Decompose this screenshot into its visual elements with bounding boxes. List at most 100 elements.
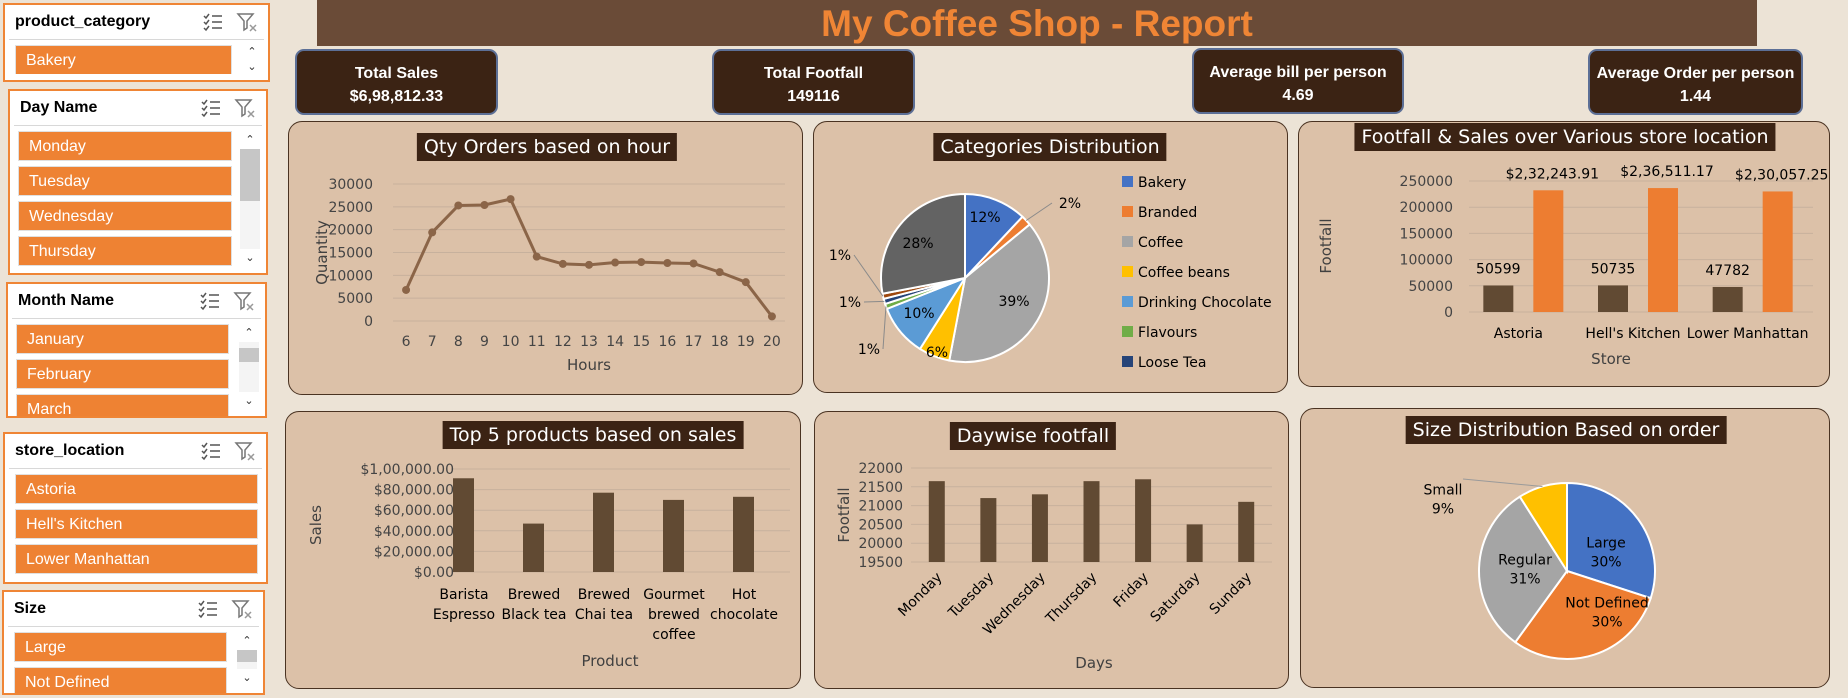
leader-line [882, 306, 887, 350]
data-label: 50735 [1591, 261, 1636, 277]
x-tick-label: 10 [502, 334, 520, 350]
slicer-title: Size [14, 600, 47, 617]
scroll-down-icon[interactable]: ⌄ [240, 249, 260, 267]
x-tick-label: chocolate [710, 607, 778, 623]
bar [1238, 501, 1255, 562]
y-tick-label: $0.00 [414, 565, 454, 581]
data-point [715, 268, 724, 277]
x-tick-label: 6 [402, 334, 411, 350]
slicer-scrollbar[interactable]: ⌃ ⌄ [239, 324, 259, 410]
data-label: 1% [829, 248, 851, 264]
slicer-item-february[interactable]: February [16, 359, 229, 389]
slicer-scrollbar[interactable]: ⌃ ⌄ [240, 131, 260, 267]
multi-select-icon[interactable] [200, 440, 222, 462]
scroll-up-icon[interactable]: ⌃ [237, 632, 257, 650]
x-tick-label: Lower Manhattan [1687, 326, 1809, 342]
scroll-thumb[interactable] [240, 149, 260, 201]
chart-panel-qty-orders: 0 5000 10000 15000 20000 25000 30000 6 7 8 9 10 11 12… [288, 121, 803, 395]
kpi-average-order: Average Order per person 1.44 [1588, 49, 1803, 115]
y-axis-title: Quantity [313, 220, 331, 285]
data-label: 1% [839, 295, 861, 311]
scroll-down-icon[interactable]: ⌄ [239, 392, 259, 410]
slicer-items: Large Not Defined [14, 632, 227, 693]
y-axis-title: Footfall [835, 487, 853, 542]
slicer-item-march[interactable]: March [16, 394, 229, 416]
y-tick-label: 20000 [858, 536, 903, 552]
legend-label: Coffee [1138, 235, 1183, 251]
slicer-item-hells-kitchen[interactable]: Hell's Kitchen [15, 509, 258, 539]
data-point [611, 258, 620, 267]
bar [1135, 479, 1152, 562]
data-label: $2,30,057.25 [1735, 167, 1829, 183]
chart-title: Categories Distribution [933, 133, 1167, 161]
leader-line [1025, 202, 1053, 221]
y-tick-label: 200000 [1400, 200, 1453, 216]
y-tick-label: $40,000.00 [374, 524, 454, 540]
multi-select-icon[interactable] [199, 290, 221, 312]
x-tick-label: 14 [606, 334, 624, 350]
legend-label: Flavours [1138, 325, 1197, 341]
slicer-item-thursday[interactable]: Thursday [18, 236, 232, 266]
y-tick-label: 100000 [1400, 253, 1453, 269]
x-tick-label: 8 [454, 334, 463, 350]
slicer-product-category: product_category Bakery ⌃ ⌄ [3, 3, 270, 82]
scroll-down-icon[interactable]: ⌄ [242, 58, 262, 76]
slicer-item-astoria[interactable]: Astoria [15, 474, 258, 504]
data-label: $2,36,511.17 [1620, 164, 1714, 180]
chart-title: Top 5 products based on sales [442, 421, 744, 449]
slicer-scrollbar[interactable]: ⌃ ⌄ [237, 632, 257, 687]
legend-label: Loose Tea [1138, 355, 1206, 371]
clear-filter-icon[interactable] [234, 97, 256, 119]
slicer-item-tuesday[interactable]: Tuesday [18, 166, 232, 196]
slicer-title: product_category [15, 13, 151, 30]
y-tick-label: 20500 [858, 517, 903, 533]
data-point [402, 285, 411, 294]
clear-filter-icon[interactable] [233, 290, 255, 312]
line-chart: 0 5000 10000 15000 20000 25000 30000 6 7 8 9 10 11 12… [313, 177, 785, 374]
data-label: 28% [902, 236, 933, 252]
clear-filter-icon[interactable] [234, 440, 256, 462]
clear-filter-icon[interactable] [231, 598, 253, 620]
scroll-thumb[interactable] [237, 650, 257, 662]
leader-line [863, 300, 885, 303]
bar [1762, 191, 1793, 312]
x-axis-title: Hours [567, 356, 611, 374]
scroll-up-icon[interactable]: ⌃ [240, 131, 260, 149]
scroll-thumb[interactable] [239, 348, 259, 362]
multi-select-icon[interactable] [200, 97, 222, 119]
x-tick-label: Monday [895, 570, 945, 620]
slicer-items: Astoria Hell's Kitchen Lower Manhattan [15, 474, 258, 576]
multi-select-icon[interactable] [202, 11, 224, 33]
chart-panel-size-distribution: Large 30% Not Defined 30% Regular 31% Small 9% … [1300, 408, 1830, 688]
x-tick-label: Tuesday [945, 570, 997, 622]
scroll-down-icon[interactable]: ⌄ [237, 669, 257, 687]
slicer-item-january[interactable]: January [16, 324, 229, 354]
bar [663, 499, 684, 572]
bar [1712, 286, 1743, 312]
x-tick-label: 9 [480, 334, 489, 350]
y-tick-label: $20,000.00 [374, 544, 454, 560]
x-tick-label: 16 [658, 334, 676, 350]
slicer-items: Bakery [15, 45, 232, 74]
slicer-item-not-defined[interactable]: Not Defined [14, 667, 227, 693]
clear-filter-icon[interactable] [236, 11, 258, 33]
slicer-item-lower-manhattan[interactable]: Lower Manhattan [15, 544, 258, 574]
data-label: 39% [998, 294, 1029, 310]
legend-swatch [1122, 236, 1133, 247]
y-tick-label: 150000 [1400, 226, 1453, 242]
multi-select-icon[interactable] [197, 598, 219, 620]
data-point [663, 259, 672, 268]
slicer-scrollbar[interactable]: ⌃ ⌄ [242, 43, 262, 76]
legend-swatch [1122, 176, 1133, 187]
x-tick-label: 15 [632, 334, 650, 350]
kpi-total-sales: Total Sales $6,98,812.33 [295, 49, 498, 115]
bar-chart: 0 50000 100000 150000 200000 250000 50599 $2,32… [1317, 164, 1829, 368]
scroll-up-icon[interactable]: ⌃ [239, 324, 259, 342]
x-tick-label: 17 [685, 334, 703, 350]
slicer-store-location: store_location Astoria Hell's Kitchen Lo… [3, 432, 268, 584]
slicer-item-wednesday[interactable]: Wednesday [18, 201, 232, 231]
slicer-title: Month Name [18, 292, 114, 309]
slicer-item-monday[interactable]: Monday [18, 131, 232, 161]
slicer-item-large[interactable]: Large [14, 632, 227, 662]
slicer-item-bakery[interactable]: Bakery [15, 45, 232, 74]
